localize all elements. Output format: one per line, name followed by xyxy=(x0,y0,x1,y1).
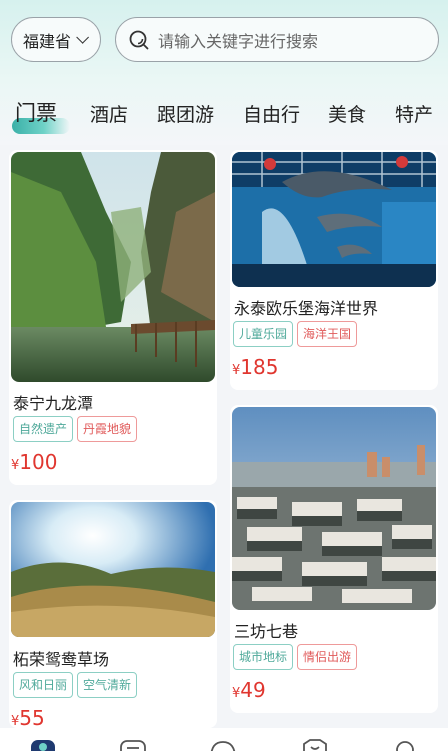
price-value: 49 xyxy=(240,678,266,702)
scenic-photo xyxy=(232,152,436,287)
price-value: 185 xyxy=(240,355,279,379)
scenic-card[interactable]: 永泰欧乐堡海洋世界 儿童乐园 海洋王国 ¥185 xyxy=(230,150,438,390)
tab-tickets[interactable]: 门票 xyxy=(15,97,57,127)
scenic-tag: 丹霞地貌 xyxy=(77,416,138,442)
scenic-photo xyxy=(11,502,215,637)
home-icon[interactable] xyxy=(28,736,58,751)
search-input[interactable]: 请输入关键字进行搜索 xyxy=(115,17,439,62)
scenic-card[interactable]: 三坊七巷 城市地标 情侣出游 ¥49 xyxy=(230,405,438,713)
scenic-tag: 儿童乐园 xyxy=(233,321,294,347)
scenic-name: 三坊七巷 xyxy=(234,622,299,641)
scenic-price: ¥100 xyxy=(11,450,57,474)
scenic-photo xyxy=(11,152,215,382)
category-tabs: 门票 酒店 跟团游 自由行 美食 特产 xyxy=(0,96,448,136)
scenic-name: 永泰欧乐堡海洋世界 xyxy=(234,299,379,318)
tab-hotel[interactable]: 酒店 xyxy=(90,100,128,127)
search-icon xyxy=(128,29,150,51)
tab-free-travel[interactable]: 自由行 xyxy=(243,100,300,127)
scenic-card[interactable]: 柘荣鸳鸯草场 风和日丽 空气清新 ¥55 xyxy=(9,500,217,728)
shop-icon[interactable] xyxy=(300,736,330,751)
price-value: 100 xyxy=(19,450,58,474)
scenic-tag: 海洋王国 xyxy=(297,321,358,347)
search-placeholder: 请输入关键字进行搜索 xyxy=(158,31,319,51)
bottom-nav xyxy=(0,728,448,751)
scenic-tag: 城市地标 xyxy=(233,644,294,670)
scenic-price: ¥55 xyxy=(11,706,45,728)
scenic-card[interactable]: 泰宁九龙潭 自然遗产 丹霞地貌 ¥100 xyxy=(9,150,217,485)
scenic-tag: 风和日丽 xyxy=(13,672,74,698)
chevron-down-icon xyxy=(76,31,90,44)
scenic-name: 柘荣鸳鸯草场 xyxy=(13,650,110,669)
scenic-price: ¥49 xyxy=(232,678,266,702)
tab-specialty[interactable]: 特产 xyxy=(395,100,433,127)
scenic-tag: 情侣出游 xyxy=(297,644,358,670)
tab-group-tour[interactable]: 跟团游 xyxy=(157,100,214,127)
scenic-tag: 自然遗产 xyxy=(13,416,74,442)
region-selector[interactable]: 福建省 xyxy=(11,17,101,62)
chat-icon[interactable] xyxy=(208,736,238,751)
profile-icon[interactable] xyxy=(390,736,420,751)
list-icon[interactable] xyxy=(118,736,148,751)
region-label: 福建省 xyxy=(23,31,72,51)
scenic-tag: 空气清新 xyxy=(77,672,138,698)
price-value: 55 xyxy=(19,706,45,728)
scenic-photo xyxy=(232,407,436,610)
scenic-price: ¥185 xyxy=(232,355,278,379)
scenic-name: 泰宁九龙潭 xyxy=(13,394,94,413)
tab-food[interactable]: 美食 xyxy=(328,100,366,127)
